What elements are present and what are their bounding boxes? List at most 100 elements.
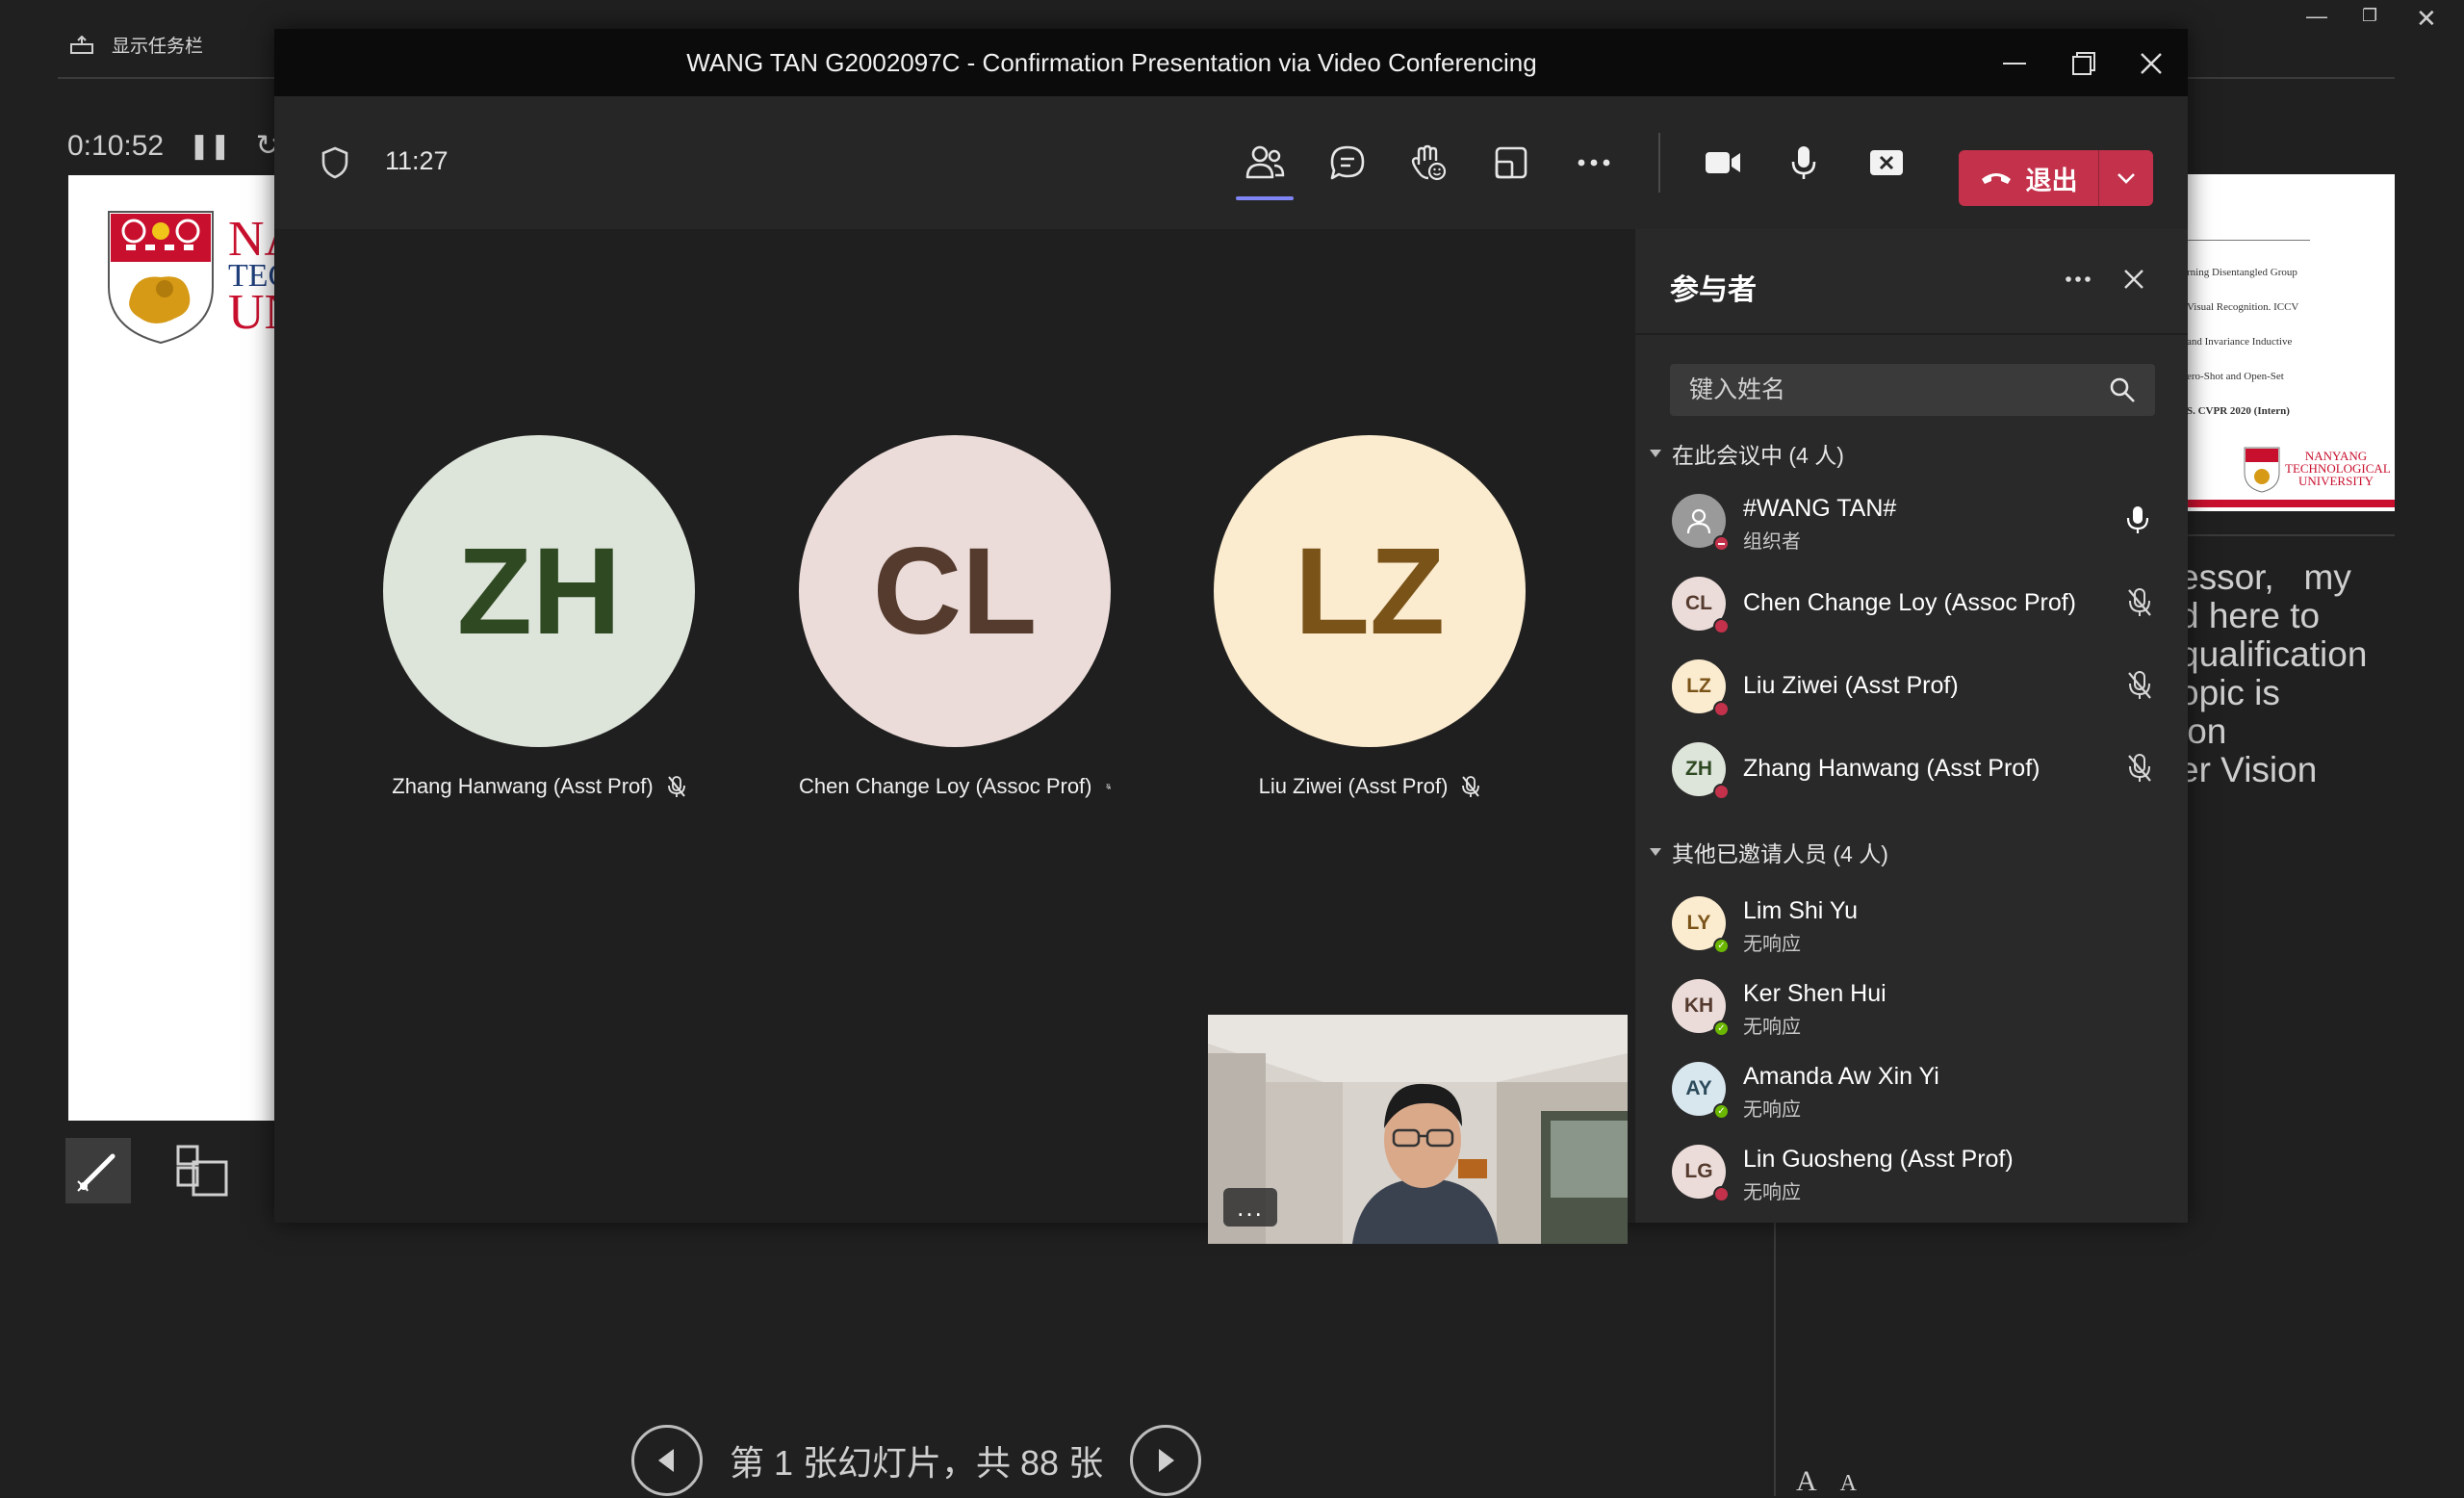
meeting-toolbar: 11:27 退出 (274, 96, 2188, 229)
participant-name: Zhang Hanwang (Asst Prof) (383, 774, 695, 799)
presentation-timer: 0:10:52 ❚❚ ↻ (67, 129, 280, 163)
microphone-icon[interactable] (2126, 504, 2149, 535)
close-window-button[interactable] (2132, 46, 2170, 81)
participant-name: #WANG TAN# (1743, 495, 1897, 522)
participant-row[interactable]: #WANG TAN# 组织者 (1635, 479, 2188, 562)
decrease-font-button[interactable]: A (1840, 1465, 1857, 1498)
tile-name-label: Zhang Hanwang (Asst Prof) (392, 774, 654, 798)
show-taskbar-button[interactable]: 显示任务栏 (69, 32, 203, 58)
rooms-button[interactable] (1485, 137, 1537, 189)
reactions-button[interactable] (1402, 137, 1454, 189)
participants-panel: 参与者 在此会议中 (4 人) #WANG TAN# 组织者 CL (1635, 229, 2188, 1223)
notes-font-size-controls: A A (1796, 1465, 1857, 1498)
invited-row[interactable]: LY ✓ Lim Shi Yu 无响应 (1635, 882, 2188, 965)
in-meeting-section-header[interactable]: 在此会议中 (4 人) (1649, 437, 1844, 470)
increase-font-button[interactable]: A (1796, 1465, 1817, 1498)
participants-button[interactable] (1236, 137, 1294, 200)
more-actions-button[interactable] (1568, 137, 1620, 189)
more-icon (2066, 276, 2091, 282)
mic-off-icon[interactable] (2126, 670, 2153, 701)
meeting-elapsed-time: 11:27 (385, 146, 449, 175)
taskbar-icon (70, 35, 93, 54)
invited-row[interactable]: LG Lin Guosheng (Asst Prof) 无响应 (1635, 1130, 2188, 1213)
chevron-down-icon (2118, 173, 2135, 184)
slide-grid-button[interactable] (169, 1138, 235, 1203)
close-icon (2141, 53, 2162, 74)
person-icon (1686, 508, 1711, 534)
panel-close-button[interactable] (2113, 258, 2155, 300)
mic-off-icon (1462, 776, 1480, 797)
mic-off-icon (667, 776, 685, 797)
busy-status-icon (1713, 701, 1730, 717)
busy-status-icon (1713, 1186, 1730, 1202)
stop-share-icon (1870, 150, 1903, 175)
mic-off-icon (1105, 784, 1111, 790)
triangle-right-icon (1159, 1449, 1175, 1472)
pause-icon[interactable]: ❚❚ (189, 131, 231, 161)
tile-name-label: Liu Ziwei (Asst Prof) (1258, 774, 1449, 798)
mic-off-icon[interactable] (2126, 587, 2153, 618)
mic-off-icon[interactable] (2126, 753, 2153, 784)
self-video-preview[interactable]: ... (1208, 1015, 1628, 1244)
pen-tool-button[interactable] (65, 1138, 131, 1203)
presenter-tools (65, 1138, 235, 1203)
leave-main[interactable]: 退出 (1959, 150, 2098, 206)
chat-button[interactable] (1322, 137, 1373, 189)
leave-options-button[interactable] (2099, 150, 2153, 206)
panel-more-button[interactable] (2057, 258, 2099, 300)
close-icon[interactable]: ✕ (2416, 4, 2437, 34)
participant-row[interactable]: ZH Zhang Hanwang (Asst Prof) (1635, 728, 2188, 811)
chat-icon (1330, 145, 1365, 180)
caret-down-icon (1650, 848, 1661, 856)
camera-button[interactable] (1697, 137, 1749, 189)
close-icon (2124, 270, 2143, 289)
restore-icon[interactable]: ❐ (2362, 6, 2377, 26)
minimize-icon[interactable]: — (2306, 4, 2327, 29)
available-status-icon: ✓ (1713, 1103, 1730, 1120)
participant-status-text: 无响应 (1743, 1017, 1801, 1038)
participant-row[interactable]: CL Chen Change Loy (Assoc Prof) (1635, 562, 2188, 645)
next-slide-preview[interactable]: rning Disentangled Group Visual Recognit… (2169, 174, 2395, 511)
search-input[interactable] (1689, 375, 2109, 404)
slides-grid-icon (176, 1145, 228, 1197)
meeting-stage: ZH Zhang Hanwang (Asst Prof) CL Chen Cha… (274, 229, 1631, 1244)
avatar: ZH (383, 435, 695, 747)
shield-icon[interactable] (321, 146, 349, 179)
section-label: 其他已邀请人员 (4 人) (1672, 841, 1888, 866)
participant-tile[interactable]: ZH Zhang Hanwang (Asst Prof) (383, 435, 695, 799)
participant-name: Liu Ziwei (Asst Prof) (1743, 672, 1959, 699)
breakout-rooms-icon (1495, 146, 1527, 179)
leave-label: 退出 (2025, 166, 2078, 195)
participant-row[interactable]: LZ Liu Ziwei (Asst Prof) (1635, 645, 2188, 728)
participant-tile[interactable]: LZ Liu Ziwei (Asst Prof) (1214, 435, 1526, 799)
invited-row[interactable]: KH ✓ Ker Shen Hui 无响应 (1635, 965, 2188, 1047)
caret-down-icon (1650, 450, 1661, 457)
participant-name: Ker Shen Hui (1743, 980, 1886, 1007)
restore-button[interactable] (2065, 46, 2103, 81)
next-slide-line: S. CVPR 2020 (Intern) (2187, 405, 2290, 417)
ntu-crest-icon (2244, 447, 2280, 493)
participant-name: Liu Ziwei (Asst Prof) (1214, 774, 1526, 799)
participant-name: Chen Change Loy (Assoc Prof) (799, 774, 1111, 799)
invited-row[interactable]: AY ✓ Amanda Aw Xin Yi 无响应 (1635, 1047, 2188, 1130)
next-slide-logo: NANYANG TECHNOLOGICAL UNIVERSITY (2285, 449, 2391, 488)
ntu-crest-icon (108, 211, 214, 345)
microphone-button[interactable] (1778, 137, 1830, 189)
busy-status-icon (1713, 535, 1730, 552)
microphone-icon (1791, 146, 1816, 179)
window-title: WANG TAN G2002097C - Confirmation Presen… (686, 48, 1537, 77)
participant-tile[interactable]: CL Chen Change Loy (Assoc Prof) (799, 435, 1111, 799)
stop-sharing-button[interactable] (1861, 137, 1912, 189)
current-slide[interactable]: NA TEC UN (68, 175, 275, 1121)
next-slide-line: rning Disentangled Group (2187, 267, 2297, 278)
leave-meeting-button[interactable]: 退出 (1959, 150, 2153, 206)
camera-icon (1706, 152, 1740, 173)
previous-slide-button[interactable] (631, 1425, 703, 1496)
search-icon[interactable] (2109, 376, 2136, 403)
self-view-more-button[interactable]: ... (1223, 1188, 1277, 1227)
minimize-button[interactable] (1995, 46, 2034, 81)
speaker-notes[interactable]: essor, my d here to qualification opic i… (2179, 558, 2464, 789)
next-slide-button[interactable] (1130, 1425, 1202, 1496)
participant-search[interactable] (1670, 364, 2155, 416)
invited-section-header[interactable]: 其他已邀请人员 (4 人) (1649, 836, 1888, 868)
